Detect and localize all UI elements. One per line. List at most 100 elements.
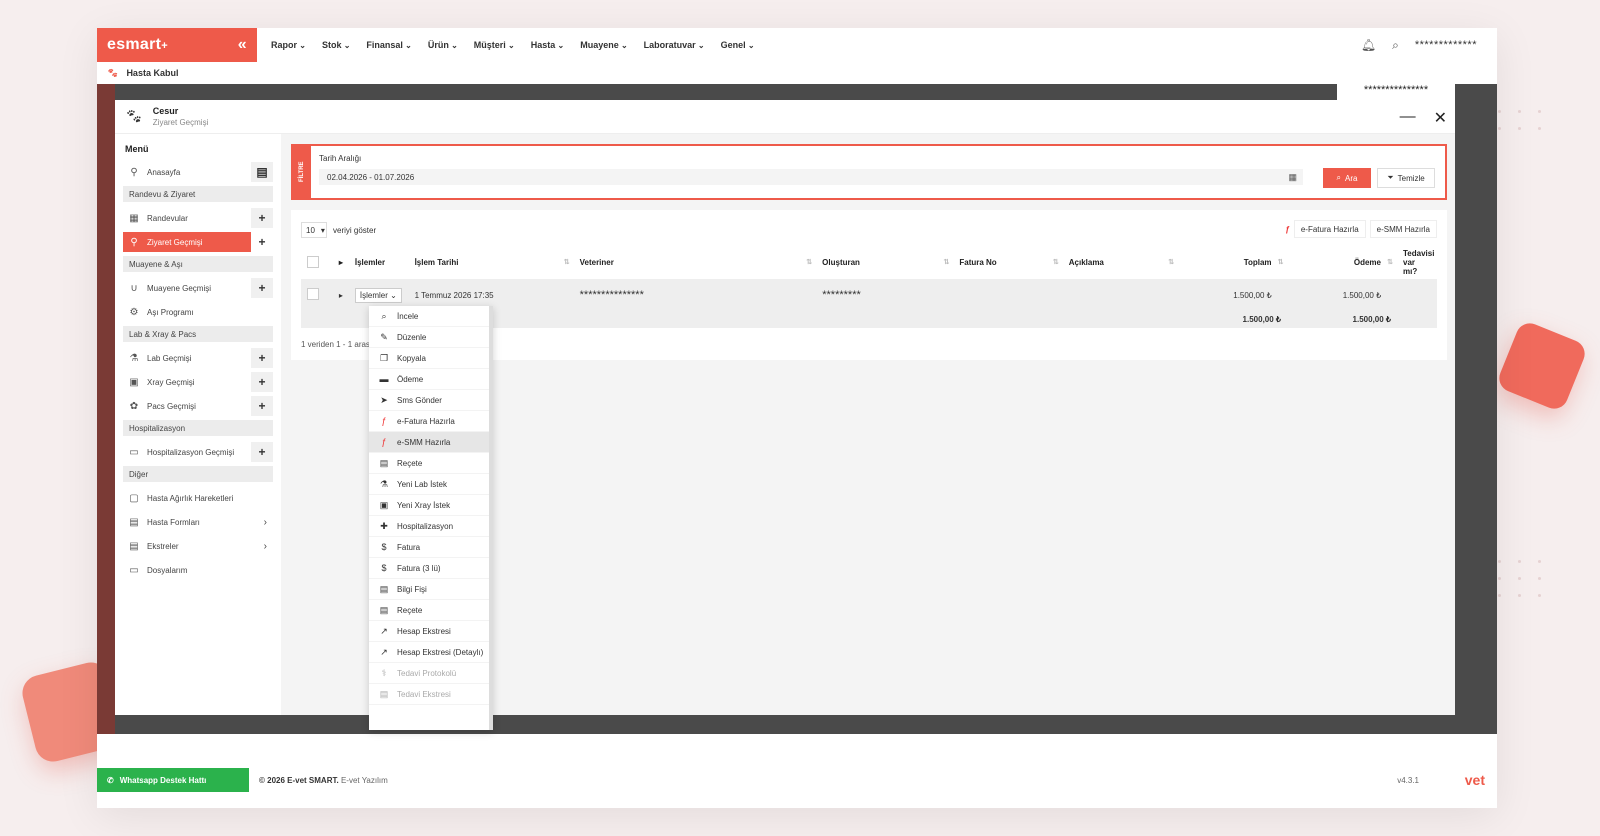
filter-icon: ⏷ <box>1387 173 1394 182</box>
visit-history-modal: *************** 🐾︎ Cesur Ziyaret Geçmişi… <box>115 80 1455 730</box>
cell-total: 1.500,00 ₺ <box>1233 290 1272 300</box>
cell-creator: ********* <box>822 289 861 301</box>
whatsapp-support-button[interactable]: ✆ Whatsapp Destek Hattı <box>97 768 249 792</box>
add-icon[interactable]: + <box>251 278 273 298</box>
nav-laboratuvar[interactable]: Laboratuvar <box>644 40 705 50</box>
nav-müşteri[interactable]: Müşteri <box>474 40 515 50</box>
add-icon[interactable]: + <box>251 396 273 416</box>
menu-item[interactable]: ▬ Ödeme <box>369 369 489 390</box>
menu-item[interactable]: ƒ e-SMM Hazırla <box>369 432 489 453</box>
col-olusturan[interactable]: Oluşturan ⇅ <box>816 258 953 267</box>
efatura-button[interactable]: e-Fatura Hazırla <box>1293 220 1366 238</box>
nav-stok[interactable]: Stok <box>322 40 350 50</box>
menu-item[interactable]: ➤ Sms Gönder <box>369 390 489 411</box>
chevron-right-icon[interactable]: › <box>264 517 267 528</box>
page-length-label: veriyi göster <box>333 225 377 235</box>
search-icon[interactable]: ⌕ <box>1392 38 1399 53</box>
menu-item[interactable]: ▤ Reçete <box>369 453 489 474</box>
add-icon[interactable]: + <box>251 442 273 462</box>
sidebar-item[interactable]: ∪ Muayene Geçmişi + <box>123 278 273 298</box>
menu-item[interactable]: ✎ Düzenle <box>369 327 489 348</box>
sidebar-item[interactable]: ▦ Randevular + <box>123 208 273 228</box>
menu-item[interactable]: ↗ Hesap Ekstresi (Detaylı) <box>369 642 489 663</box>
expand-all-icon[interactable]: ▸ <box>333 258 349 267</box>
logo[interactable]: esmart+ « <box>97 28 257 62</box>
search-button[interactable]: ⌕ Ara <box>1323 168 1371 188</box>
menu-item[interactable]: ▤ Reçete <box>369 600 489 621</box>
menu-item-label: Fatura (3 lü) <box>397 563 441 573</box>
menu-item[interactable]: ▤ Bilgi Fişi <box>369 579 489 600</box>
sidebar-item[interactable]: ▢ Hasta Ağırlık Hareketleri <box>123 488 273 508</box>
menu-item-label: Tedavi Ekstresi <box>397 689 451 699</box>
sidebar-item[interactable]: ⚲ Ziyaret Geçmişi + <box>123 232 273 252</box>
sidebar-item-icon: ▣ <box>129 376 139 388</box>
dashboard-icon[interactable]: ▤ <box>251 162 273 182</box>
minimize-icon[interactable]: — <box>1400 108 1416 128</box>
menu-item[interactable]: ⌕ İncele <box>369 306 489 327</box>
menu-item[interactable]: ❐ Kopyala <box>369 348 489 369</box>
sub-bar: 🐾︎ Hasta Kabul <box>97 62 1497 84</box>
sidebar-item-icon: ⚲ <box>130 236 138 248</box>
add-icon[interactable]: + <box>251 348 273 368</box>
chevron-right-icon[interactable]: › <box>264 541 267 552</box>
sidebar-item[interactable]: ▣ Xray Geçmişi + <box>123 372 273 392</box>
sidebar-item[interactable]: ✿ Pacs Geçmişi + <box>123 396 273 416</box>
select-all-checkbox[interactable] <box>307 255 319 268</box>
sidebar-item-label: Hasta Formları <box>147 517 200 527</box>
collapse-icon[interactable]: « <box>238 36 247 54</box>
nav-ürün[interactable]: Ürün <box>428 40 458 50</box>
sidebar-item[interactable]: ▤ Hasta Formları › <box>123 512 273 532</box>
sidebar-group: Muayene & Aşı <box>123 256 273 272</box>
add-icon[interactable]: + <box>251 232 273 252</box>
col-aciklama[interactable]: Açıklama ⇅ <box>1063 258 1178 267</box>
sidebar-item[interactable]: ▭ Dosyalarım <box>123 560 273 580</box>
col-odeme[interactable]: Ödeme ⇅ <box>1288 258 1397 267</box>
bell-icon[interactable]: 🔔︎ <box>1361 38 1376 52</box>
menu-item-label: Reçete <box>397 605 423 615</box>
date-range-input[interactable]: 02.04.2026 - 01.07.2026 ▦ <box>319 169 1303 185</box>
menu-item[interactable]: $ Fatura (3 lü) <box>369 558 489 579</box>
sidebar-item[interactable]: ⚲ Anasayfa ▤ <box>123 162 273 182</box>
menu-item[interactable]: ↗ Hesap Ekstresi <box>369 621 489 642</box>
nav-genel[interactable]: Genel <box>721 40 755 50</box>
menu-item[interactable]: ƒ e-Fatura Hazırla <box>369 411 489 432</box>
sidebar-item[interactable]: ▭ Hospitalizasyon Geçmişi + <box>123 442 273 462</box>
nav-finansal[interactable]: Finansal <box>366 40 411 50</box>
menu-item-icon: ▤ <box>379 688 389 699</box>
menu-item-icon: ▬ <box>379 374 389 384</box>
sidebar-item[interactable]: ▤ Ekstreler › <box>123 536 273 556</box>
col-toplam[interactable]: Toplam ⇅ <box>1178 258 1287 267</box>
calendar-icon[interactable]: ▦ <box>1288 172 1297 183</box>
menu-item[interactable]: $ Fatura <box>369 537 489 558</box>
table-info: 1 veriden 1 - 1 arası <box>301 340 373 349</box>
row-checkbox[interactable] <box>307 288 319 300</box>
menu-item[interactable]: ▣ Yeni Xray İstek <box>369 495 489 516</box>
menu-item[interactable]: ⚗ Yeni Lab İstek <box>369 474 489 495</box>
sidebar-item-label: Dosyalarım <box>147 565 188 575</box>
nav-rapor[interactable]: Rapor <box>271 40 306 50</box>
nav-hasta[interactable]: Hasta <box>531 40 564 50</box>
footer: ✆ Whatsapp Destek Hattı © 2026 E-vet SMAR… <box>97 768 1497 792</box>
col-islem-tarihi[interactable]: İşlem Tarihi ⇅ <box>409 258 574 267</box>
esmm-button[interactable]: e-SMM Hazırla <box>1369 220 1437 238</box>
menu-item[interactable]: ✚ Hospitalizasyon <box>369 516 489 537</box>
total-paid: 1.500,00 ₺ <box>1352 314 1391 324</box>
overlay-sidebar <box>97 84 115 734</box>
add-icon[interactable]: + <box>251 208 273 228</box>
page-length-select[interactable]: 10 ▾ <box>301 222 327 238</box>
sidebar-item[interactable]: ⚙ Aşı Programı <box>123 302 273 322</box>
sidebar-group: Hospitalizasyon <box>123 420 273 436</box>
close-icon[interactable]: ✕ <box>1434 108 1447 128</box>
user-name[interactable]: ************* <box>1415 39 1477 51</box>
sidebar-item[interactable]: ⚗ Lab Geçmişi + <box>123 348 273 368</box>
brand-logo: vet <box>1464 772 1485 788</box>
add-icon[interactable]: + <box>251 372 273 392</box>
sidebar-group: Randevu & Ziyaret <box>123 186 273 202</box>
clear-button[interactable]: ⏷ Temizle <box>1377 168 1435 188</box>
expand-row-icon[interactable]: ▸ <box>333 291 349 300</box>
nav-muayene[interactable]: Muayene <box>580 40 627 50</box>
col-veteriner[interactable]: Veteriner ⇅ <box>574 258 817 267</box>
table-header: ▸ İşlemler İşlem Tarihi ⇅ Veteriner ⇅ Oluş… <box>301 246 1437 280</box>
row-actions-button[interactable]: İşlemler ⌄ <box>354 287 402 303</box>
col-fatura-no[interactable]: Fatura No ⇅ <box>953 258 1062 267</box>
